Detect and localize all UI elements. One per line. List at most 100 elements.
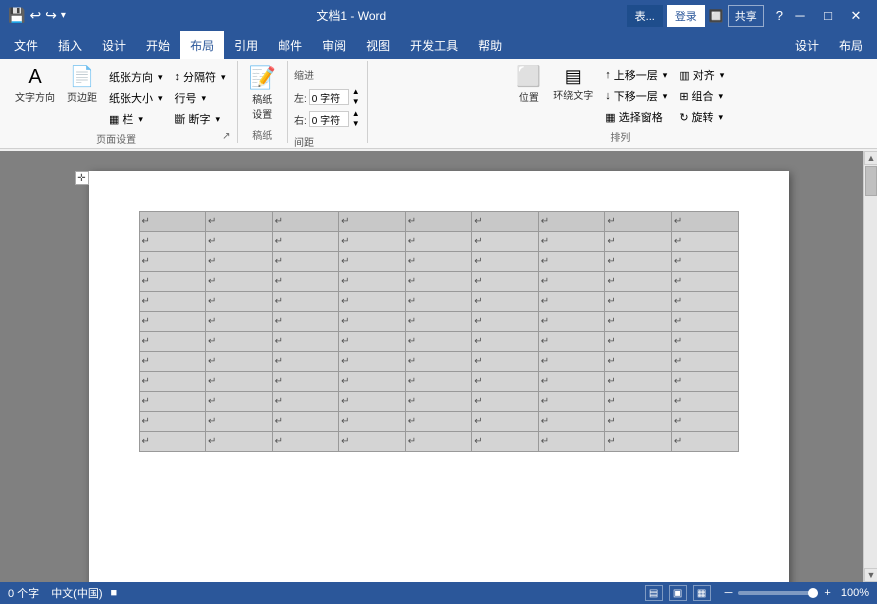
table-cell[interactable]: ↵ (605, 312, 672, 332)
indent-left-down[interactable]: ▼ (351, 97, 361, 107)
menu-insert[interactable]: 插入 (48, 31, 92, 59)
table-cell[interactable]: ↵ (139, 352, 206, 372)
table-cell[interactable]: ↵ (472, 372, 539, 392)
table-cell[interactable]: ↵ (272, 312, 339, 332)
hyphenation-button[interactable]: 斷 断字 (170, 109, 231, 129)
table-cell[interactable]: ↵ (339, 232, 406, 252)
table-cell[interactable]: ↵ (139, 252, 206, 272)
close-button[interactable]: ✕ (843, 3, 869, 29)
table-cell[interactable]: ↵ (272, 412, 339, 432)
table-cell[interactable]: ↵ (538, 212, 605, 232)
read-view-button[interactable]: ▣ (669, 585, 687, 601)
indent-right-input[interactable] (309, 111, 349, 127)
table-cell[interactable]: ↵ (272, 432, 339, 452)
table-cell[interactable]: ↵ (405, 372, 472, 392)
table-cell[interactable]: ↵ (272, 372, 339, 392)
table-cell[interactable]: ↵ (605, 212, 672, 232)
table-cell[interactable]: ↵ (472, 352, 539, 372)
restore-button[interactable]: □ (815, 3, 841, 29)
table-cell[interactable]: ↵ (671, 212, 738, 232)
table-cell[interactable]: ↵ (405, 272, 472, 292)
table-cell[interactable]: ↵ (472, 392, 539, 412)
bring-forward-button[interactable]: ↑ 上移一层 (600, 65, 672, 85)
table-cell[interactable]: ↵ (405, 232, 472, 252)
table-cell[interactable]: ↵ (671, 392, 738, 412)
table-cell[interactable]: ↵ (671, 352, 738, 372)
table-cell[interactable]: ↵ (339, 252, 406, 272)
table-cell[interactable]: ↵ (139, 392, 206, 412)
table-cell[interactable]: ↵ (605, 392, 672, 412)
draft-settings-button[interactable]: 📝 稿纸设置 (244, 63, 281, 125)
table-cell[interactable]: ↵ (139, 272, 206, 292)
vertical-scrollbar[interactable]: ▲ ▼ (863, 151, 877, 582)
menu-review[interactable]: 审阅 (312, 31, 356, 59)
breaks-button[interactable]: ↕ 分隔符 (170, 67, 231, 87)
line-numbers-button[interactable]: 行号 (170, 88, 231, 108)
table-cell[interactable]: ↵ (671, 312, 738, 332)
table-cell[interactable]: ↵ (538, 252, 605, 272)
table-cell[interactable]: ↵ (472, 412, 539, 432)
table-cell[interactable]: ↵ (538, 272, 605, 292)
menu-view[interactable]: 视图 (356, 31, 400, 59)
table-cell[interactable]: ↵ (139, 372, 206, 392)
table-cell[interactable]: ↵ (605, 332, 672, 352)
table-cell[interactable]: ↵ (139, 312, 206, 332)
table-cell[interactable]: ↵ (472, 432, 539, 452)
table-cell[interactable]: ↵ (538, 392, 605, 412)
table-cell[interactable]: ↵ (206, 352, 273, 372)
table-cell[interactable]: ↵ (339, 412, 406, 432)
table-cell[interactable]: ↵ (206, 432, 273, 452)
table-cell[interactable]: ↵ (339, 212, 406, 232)
table-cell[interactable]: ↵ (339, 432, 406, 452)
language-indicator[interactable]: 中文(中国) (51, 585, 102, 601)
table-cell[interactable]: ↵ (272, 272, 339, 292)
undo-icon[interactable]: ↩ (29, 7, 41, 24)
table-cell[interactable]: ↵ (405, 312, 472, 332)
table-cell[interactable]: ↵ (139, 412, 206, 432)
table-cell[interactable]: ↵ (605, 272, 672, 292)
table-cell[interactable]: ↵ (206, 252, 273, 272)
table-cell[interactable]: ↵ (339, 372, 406, 392)
table-cell[interactable]: ↵ (272, 292, 339, 312)
table-cell[interactable]: ↵ (538, 432, 605, 452)
table-cell[interactable]: ↵ (272, 252, 339, 272)
zoom-slider[interactable] (738, 591, 818, 595)
table-cell[interactable]: ↵ (272, 352, 339, 372)
help-button[interactable]: ? (776, 8, 783, 23)
table-cell[interactable]: ↵ (472, 332, 539, 352)
table-cell[interactable]: ↵ (605, 292, 672, 312)
table-cell[interactable]: ↵ (339, 332, 406, 352)
table-cell[interactable]: ↵ (405, 332, 472, 352)
menu-table-design[interactable]: 设计 (785, 31, 829, 59)
table-cell[interactable]: ↵ (405, 432, 472, 452)
table-move-handle[interactable]: ✛ (75, 171, 89, 185)
table-cell[interactable]: ↵ (671, 272, 738, 292)
menu-layout[interactable]: 布局 (180, 31, 224, 59)
table-cell[interactable]: ↵ (339, 352, 406, 372)
table-cell[interactable]: ↵ (272, 332, 339, 352)
table-cell[interactable]: ↵ (139, 212, 206, 232)
table-cell[interactable]: ↵ (671, 332, 738, 352)
redo-icon[interactable]: ↪ (45, 7, 57, 24)
table-cell[interactable]: ↵ (538, 292, 605, 312)
table-cell[interactable]: ↵ (405, 352, 472, 372)
table-cell[interactable]: ↵ (605, 352, 672, 372)
table-cell[interactable]: ↵ (538, 352, 605, 372)
table-cell[interactable]: ↵ (472, 212, 539, 232)
menu-mail[interactable]: 邮件 (268, 31, 312, 59)
menu-table-layout[interactable]: 布局 (829, 31, 873, 59)
page-setup-launcher[interactable]: ↗ (222, 131, 230, 142)
table-cell[interactable]: ↵ (405, 292, 472, 312)
table-cell[interactable]: ↵ (538, 372, 605, 392)
wrap-text-button[interactable]: ▤ 环绕文字 (548, 63, 598, 106)
indent-right-down[interactable]: ▼ (351, 119, 361, 129)
table-cell[interactable]: ↵ (605, 372, 672, 392)
table-cell[interactable]: ↵ (671, 432, 738, 452)
table-cell[interactable]: ↵ (206, 272, 273, 292)
table-cell[interactable]: ↵ (206, 292, 273, 312)
text-direction-button[interactable]: A 文字方向 (10, 63, 60, 108)
table-cell[interactable]: ↵ (605, 252, 672, 272)
scroll-down-arrow[interactable]: ▼ (864, 568, 877, 582)
scroll-up-arrow[interactable]: ▲ (864, 151, 877, 165)
zoom-out-button[interactable]: ─ (725, 587, 733, 599)
